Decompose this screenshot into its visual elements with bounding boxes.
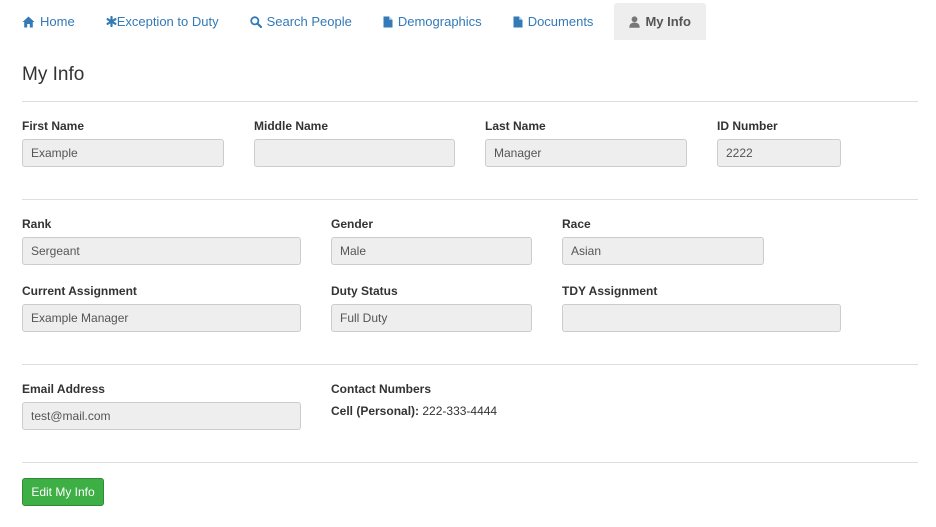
contact-numbers-group: Contact Numbers (331, 382, 431, 396)
current-assignment-label: Current Assignment (22, 284, 137, 298)
email-group: Email Address test@mail.com (22, 382, 301, 430)
middle-name-field[interactable] (254, 139, 455, 167)
duty-status-field[interactable]: Full Duty (331, 304, 532, 332)
divider (22, 101, 918, 102)
tab-documents-label: Documents (527, 14, 594, 29)
duty-status-group: Duty Status Full Duty (331, 284, 532, 332)
middle-name-label: Middle Name (254, 119, 329, 133)
tab-my-info[interactable]: My Info (614, 3, 706, 40)
race-field[interactable]: Asian (562, 237, 764, 265)
tab-my-info-label: My Info (645, 14, 691, 29)
race-group: Race Asian (562, 217, 764, 265)
asterisk-icon (106, 16, 117, 27)
current-assignment-field[interactable]: Example Manager (22, 304, 301, 332)
id-number-field[interactable]: 2222 (717, 139, 841, 167)
middle-name-group: Middle Name (254, 119, 455, 167)
document-icon (513, 16, 523, 28)
id-number-label: ID Number (717, 119, 778, 133)
document-icon (383, 16, 393, 28)
tab-demographics[interactable]: Demographics (373, 3, 492, 40)
first-name-field[interactable]: Example (22, 139, 224, 167)
tab-documents[interactable]: Documents (503, 3, 604, 40)
gender-group: Gender Male (331, 217, 532, 265)
tab-search-people-label: Search People (266, 14, 352, 29)
tab-exception-to-duty[interactable]: Exception to Duty (96, 3, 229, 40)
tab-home[interactable]: Home (12, 3, 85, 40)
tdy-assignment-field[interactable] (562, 304, 841, 332)
contact-cell-label: Cell (Personal): (331, 404, 420, 418)
home-icon (22, 16, 35, 28)
contact-cell-line: Cell (Personal): 222-333-4444 (331, 404, 497, 418)
tab-search-people[interactable]: Search People (240, 3, 362, 40)
first-name-group: First Name Example (22, 119, 224, 167)
tdy-assignment-group: TDY Assignment (562, 284, 841, 332)
last-name-group: Last Name Manager (485, 119, 687, 167)
email-label: Email Address (22, 382, 105, 396)
rank-group: Rank Sergeant (22, 217, 301, 265)
tab-demographics-label: Demographics (397, 14, 482, 29)
gender-field[interactable]: Male (331, 237, 532, 265)
page-title: My Info (22, 64, 85, 85)
race-label: Race (562, 217, 591, 231)
last-name-field[interactable]: Manager (485, 139, 687, 167)
current-assignment-group: Current Assignment Example Manager (22, 284, 301, 332)
divider (22, 364, 918, 365)
rank-field[interactable]: Sergeant (22, 237, 301, 265)
first-name-label: First Name (22, 119, 85, 133)
contact-cell-value: 222-333-4444 (422, 404, 498, 418)
gender-label: Gender (331, 217, 374, 231)
tab-exception-to-duty-label: Exception to Duty (116, 14, 219, 29)
id-number-group: ID Number 2222 (717, 119, 841, 167)
divider (22, 462, 918, 463)
duty-status-label: Duty Status (331, 284, 398, 298)
search-icon (249, 15, 262, 28)
email-field[interactable]: test@mail.com (22, 402, 301, 430)
tab-home-label: Home (40, 14, 75, 29)
edit-my-info-button[interactable]: Edit My Info (22, 478, 104, 506)
divider (22, 199, 918, 200)
tdy-assignment-label: TDY Assignment (562, 284, 658, 298)
top-nav: Home Exception to Duty Search People Dem… (12, 3, 706, 40)
user-icon (629, 15, 641, 28)
contact-numbers-label: Contact Numbers (331, 382, 432, 396)
rank-label: Rank (22, 217, 52, 231)
last-name-label: Last Name (485, 119, 546, 133)
